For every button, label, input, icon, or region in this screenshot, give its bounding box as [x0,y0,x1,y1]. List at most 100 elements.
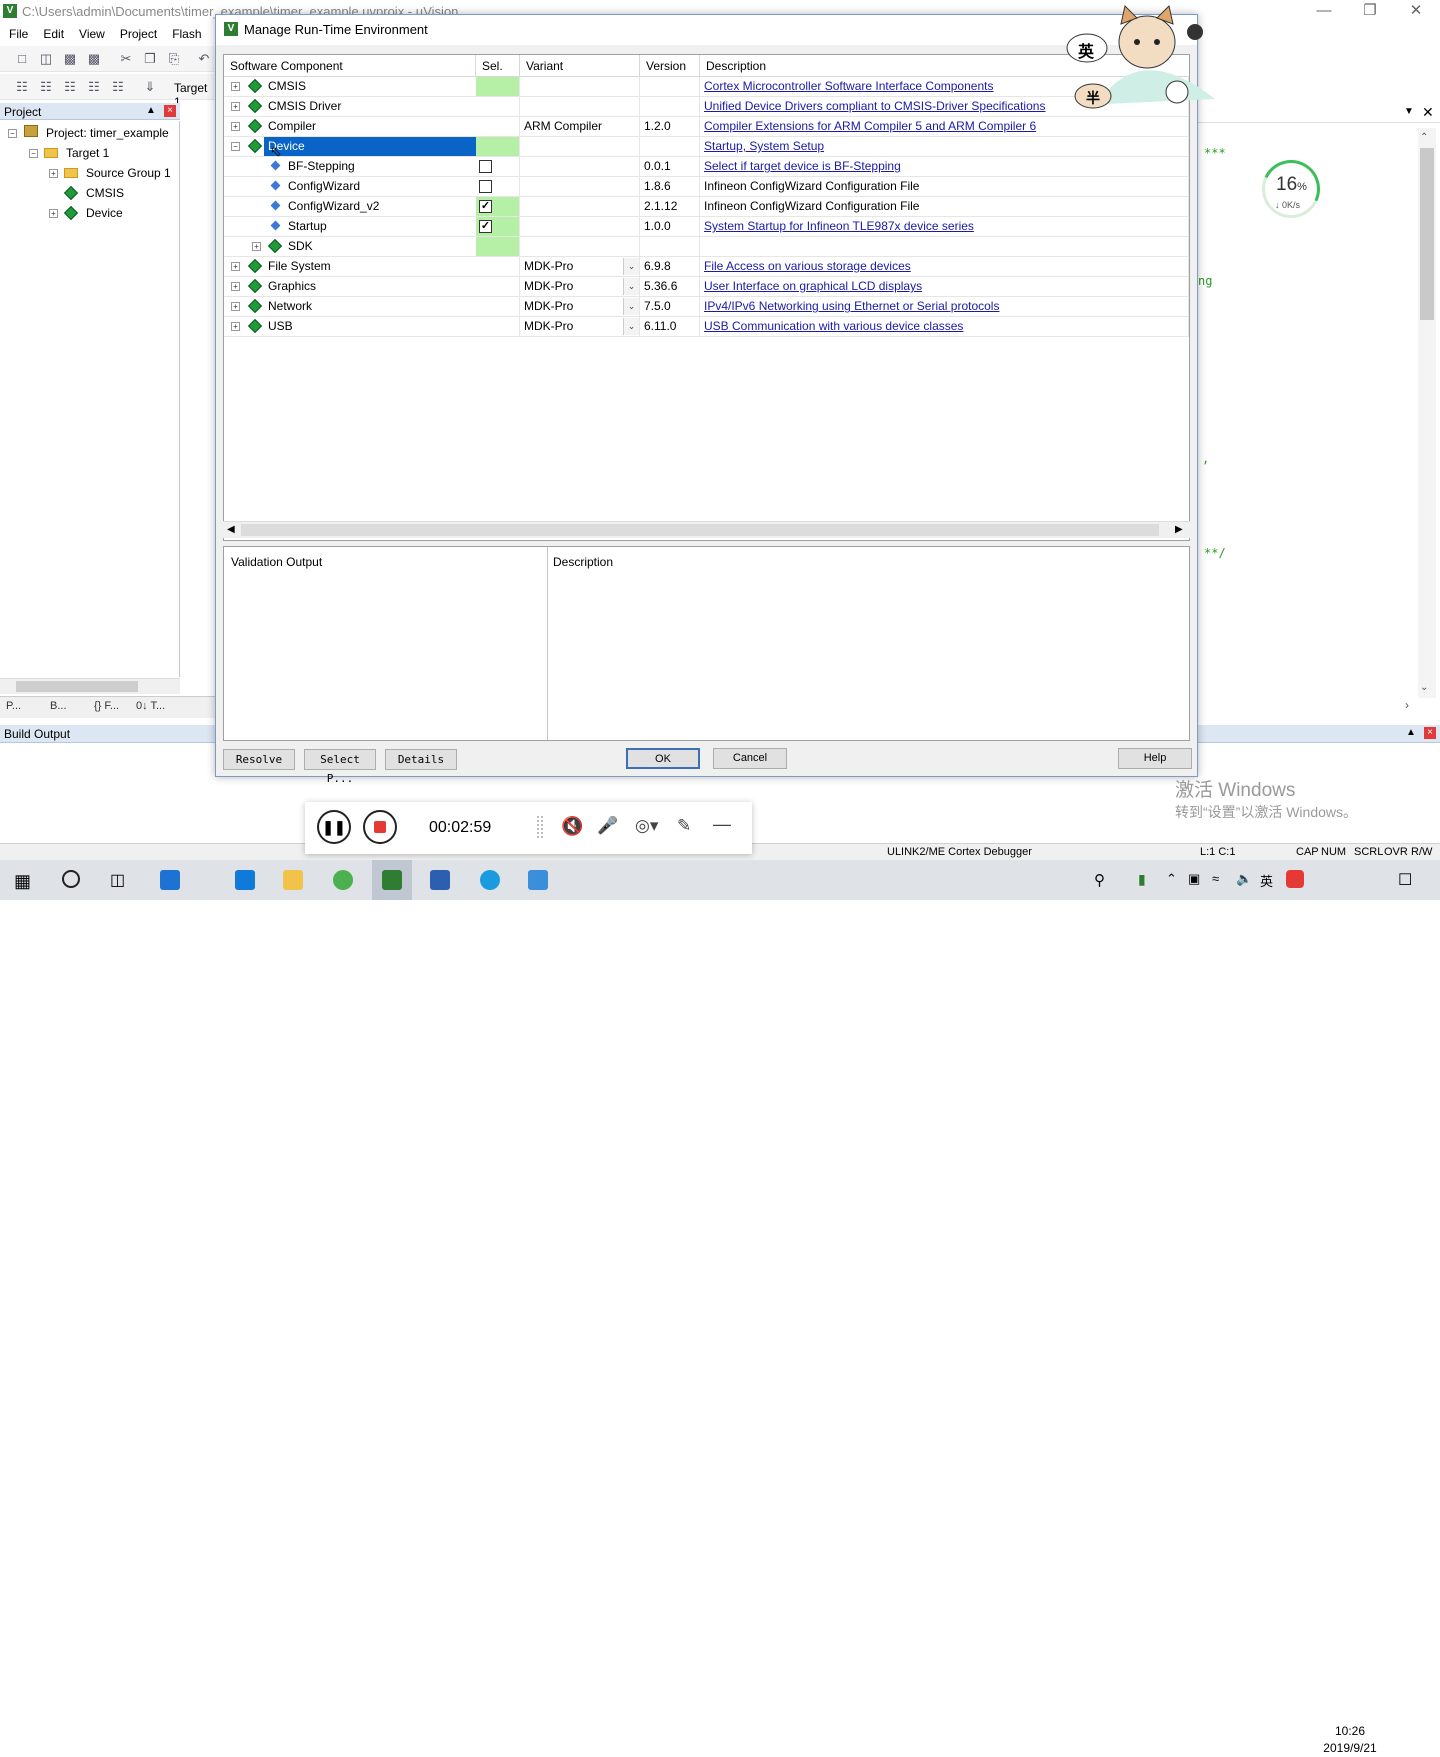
scroll-left-icon[interactable]: ◀ [227,524,235,535]
rebuild-icon[interactable]: ☷ [62,79,78,95]
task-view-icon[interactable]: ◫ [110,870,125,890]
build-icon[interactable]: ☷ [38,79,54,95]
tree-source-group[interactable]: Source Group 1 [86,164,171,182]
column-header-component[interactable]: Software Component [224,55,476,77]
minimize-button[interactable]: — [1301,0,1347,24]
people-icon[interactable]: ⚲ [1094,871,1105,889]
table-row[interactable]: ConfigWizard_v2 ✓ 2.1.12 Infineon Config… [224,197,1189,217]
table-row[interactable]: + CMSIS Driver Unified Device Drivers co… [224,97,1189,117]
details-button[interactable]: Details [385,749,457,770]
collapse-icon[interactable]: − [8,129,17,138]
ime-mode-label[interactable]: 英 [1078,38,1094,62]
pin-icon[interactable]: ▲ [146,105,156,116]
description-link[interactable]: IPv4/IPv6 Networking using Ethernet or S… [700,297,1189,316]
close-button[interactable]: ✕ [1393,0,1439,24]
resolve-button[interactable]: Resolve [223,749,295,770]
tab-templates[interactable]: 0↓ T... [136,700,165,712]
stop-button[interactable] [363,810,397,844]
chevron-up-icon[interactable]: ⌃ [1166,871,1177,887]
scroll-down-icon[interactable]: ⌄ [1420,682,1428,693]
wifi-icon[interactable]: ≈ [1212,871,1219,886]
column-header-sel[interactable]: Sel. [476,55,520,77]
chevron-down-icon[interactable]: ⌄ [623,278,639,295]
undo-icon[interactable]: ↶ [196,51,212,67]
tree-project-root[interactable]: Project: timer_example [46,124,169,142]
batch-build-icon[interactable]: ☷ [86,79,102,95]
project-panel-close-icon[interactable]: × [164,105,176,117]
clock[interactable]: 10:26 2019/9/21 [1318,1723,1382,1757]
sel-cell[interactable] [476,257,520,276]
sel-cell[interactable] [476,297,520,316]
help-button[interactable]: Help [1118,748,1192,769]
tab-functions[interactable]: {} F... [94,700,119,712]
sel-cell[interactable] [476,137,520,156]
expand-icon[interactable]: + [231,302,240,311]
cut-icon[interactable]: ✂ [118,51,134,67]
collapse-icon[interactable]: − [231,142,240,151]
editor-scroll-thumb[interactable] [1420,148,1434,320]
tab-books[interactable]: B... [50,700,67,712]
mic-mute-icon[interactable]: 🎤 [597,816,618,836]
browser-icon[interactable] [333,870,353,890]
table-row[interactable]: Startup ✓ 1.0.0 System Startup for Infin… [224,217,1189,237]
table-row[interactable]: + Graphics MDK-Pro ⌄ 5.36.6 User Interfac… [224,277,1189,297]
expand-icon[interactable]: + [231,122,240,131]
tree-target[interactable]: Target 1 [66,144,109,162]
new-file-icon[interactable]: □ [14,51,30,67]
table-row[interactable]: + File System MDK-Pro ⌄ 6.9.8 File Access… [224,257,1189,277]
speaker-mute-icon[interactable]: 🔇 [561,816,583,837]
battery-icon[interactable]: ▮ [1138,871,1146,888]
table-row[interactable]: + CMSIS Cortex Microcontroller Software … [224,77,1189,97]
select-checkbox[interactable] [479,160,492,173]
expand-icon[interactable]: + [231,102,240,111]
column-header-version[interactable]: Version [640,55,700,77]
select-checkbox-checked[interactable]: ✓ [479,200,492,213]
app-icon[interactable] [480,870,500,890]
cancel-button[interactable]: Cancel [713,748,787,769]
scroll-thumb[interactable] [241,524,1159,536]
table-row[interactable]: + Compiler ARM Compiler 1.2.0 Compiler E… [224,117,1189,137]
description-link[interactable]: Compiler Extensions for ARM Compiler 5 a… [700,117,1189,136]
description-link[interactable]: USB Communication with various device cl… [700,317,1189,336]
table-row[interactable]: − Device Startup, System Setup ⬁ [224,137,1189,159]
menu-flash[interactable]: Flash [163,24,207,41]
chevron-down-icon[interactable]: ⌄ [623,318,639,335]
table-row[interactable]: BF-Stepping 0.0.1 Select if target devic… [224,157,1189,177]
sel-cell[interactable] [476,237,520,256]
editor-close-icon[interactable]: ✕ [1422,104,1434,121]
scroll-thumb[interactable] [16,681,138,692]
volume-icon[interactable]: 🔈 [1236,871,1252,887]
variant-select[interactable]: MDK-Pro ⌄ [520,257,640,276]
save-all-icon[interactable]: ▩ [86,51,102,67]
dropdown-icon[interactable]: ▼ [1404,106,1414,117]
menu-edit[interactable]: Edit [34,24,70,41]
component-name[interactable]: Device [264,137,476,156]
menu-project[interactable]: Project [111,24,163,41]
drag-handle[interactable] [537,816,543,838]
pause-button[interactable]: ❚❚ [317,810,351,844]
sel-cell[interactable] [476,77,520,96]
menu-view[interactable]: View [70,24,111,41]
network-monitor-widget[interactable]: 16% ↓ 0K/s [1253,151,1329,227]
sel-cell[interactable] [476,317,520,336]
grid-horizontal-scrollbar[interactable]: ◀ ▶ [223,521,1190,538]
ie-icon[interactable] [160,870,180,890]
sel-cell[interactable] [476,117,520,136]
open-folder-icon[interactable]: ◫ [38,51,54,67]
tree-cmsis[interactable]: CMSIS [86,184,124,202]
notifications-icon[interactable]: ☐ [1398,870,1412,890]
windows-start-icon[interactable]: ▦ [14,871,31,892]
ime-width-label[interactable]: 半 [1086,88,1100,108]
variant-select[interactable]: MDK-Pro ⌄ [520,297,640,316]
app-icon[interactable] [528,870,548,890]
sel-cell[interactable] [476,97,520,116]
chevron-down-icon[interactable]: ⌄ [623,258,639,275]
uvision-taskbar-icon[interactable] [382,870,402,890]
description-link[interactable]: System Startup for Infineon TLE987x devi… [700,217,1189,236]
table-row[interactable]: ConfigWizard 1.8.6 Infineon ConfigWizard… [224,177,1189,197]
pin-icon[interactable]: ▲ [1406,727,1416,738]
description-link[interactable]: File Access on various storage devices [700,257,1189,276]
variant-cell[interactable]: ARM Compiler [520,117,640,136]
description-link[interactable]: User Interface on graphical LCD displays [700,277,1189,296]
save-icon[interactable]: ▩ [62,51,78,67]
